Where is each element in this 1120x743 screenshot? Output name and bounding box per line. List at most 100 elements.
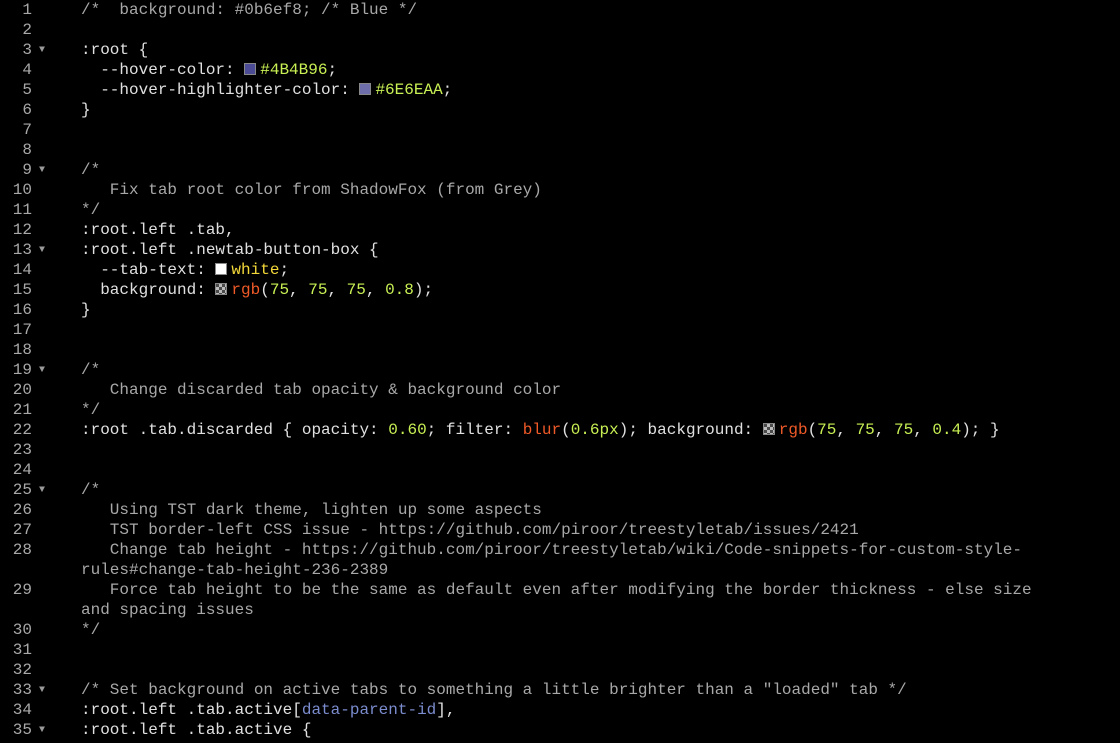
code-text: } — [81, 101, 91, 119]
code-token: 0.4 — [932, 421, 962, 439]
code-line[interactable]: 35 ▼:root.left .tab.active { — [0, 721, 1120, 741]
code-token: ; — [442, 81, 453, 99]
line-number: 8 — [22, 141, 32, 159]
code-text: */ — [81, 401, 100, 419]
code-line[interactable]: 31 — [0, 641, 1120, 661]
line-number: 25 — [12, 481, 32, 499]
line-number: 13 — [12, 241, 32, 259]
line-number: 3 — [22, 41, 32, 59]
code-line[interactable]: 22 :root .tab.discarded { opacity: 0.60; … — [0, 421, 1120, 441]
code-line[interactable]: 20 Change discarded tab opacity & backgr… — [0, 381, 1120, 401]
code-token: ; — [279, 261, 290, 279]
code-line[interactable]: 14 --tab-text: white; — [0, 261, 1120, 281]
code-line[interactable]: 30 */ — [0, 621, 1120, 641]
code-token: :root { — [81, 41, 149, 59]
code-line[interactable]: 34:root.left .tab.active[data-parent-id]… — [0, 701, 1120, 721]
code-token: , — [874, 421, 894, 439]
fold-arrow-icon[interactable]: ▼ — [39, 241, 48, 261]
code-token: , — [836, 421, 856, 439]
code-token: /* background: #0b6ef8; /* Blue */ — [81, 1, 418, 19]
code-line[interactable]: 24 — [0, 461, 1120, 481]
fold-arrow-icon[interactable]: ▼ — [39, 481, 48, 501]
code-line[interactable]: 11 */ — [0, 201, 1120, 221]
color-swatch-icon[interactable] — [359, 83, 372, 95]
code-token: Fix tab root color from ShadowFox (from … — [81, 181, 542, 199]
code-line[interactable]: 10 Fix tab root color from ShadowFox (fr… — [0, 181, 1120, 201]
color-swatch-icon[interactable] — [215, 263, 228, 275]
code-line[interactable]: and spacing issues — [0, 601, 1120, 621]
color-swatch-icon[interactable] — [215, 283, 228, 295]
code-text: :root { — [81, 41, 148, 59]
code-line[interactable]: 6} — [0, 101, 1120, 121]
code-token: TST border-left CSS issue - https://gith… — [81, 521, 859, 539]
code-line[interactable]: 3 ▼ :root { — [0, 41, 1120, 61]
code-line[interactable]: rules#change-tab-height-236-2389 — [0, 561, 1120, 581]
fold-arrow-icon[interactable]: ▼ — [39, 161, 48, 181]
code-token: :root.left .newtab-button-box { — [81, 241, 379, 259]
code-line[interactable]: 2 — [0, 21, 1120, 41]
code-token: , — [365, 281, 386, 299]
code-line[interactable]: 18 — [0, 341, 1120, 361]
line-number: 26 — [12, 501, 32, 519]
code-token: rgb — [778, 421, 808, 439]
code-text: :root.left .newtab-button-box { — [81, 241, 379, 259]
code-line[interactable]: 5 --hover-highlighter-color: #6E6EAA; — [0, 81, 1120, 101]
code-token: } — [81, 301, 91, 319]
line-number: 19 — [12, 361, 32, 379]
code-line[interactable]: 13 ▼ :root.left .newtab-button-box { — [0, 241, 1120, 261]
code-text: /* — [81, 161, 100, 179]
code-text: rules#change-tab-height-236-2389 — [81, 561, 388, 579]
code-token: ], — [436, 701, 456, 719]
code-line[interactable]: 7 — [0, 121, 1120, 141]
fold-arrow-icon[interactable]: ▼ — [39, 721, 48, 741]
code-line[interactable]: 28 Change tab height - https://github.co… — [0, 541, 1120, 561]
line-number: 11 — [12, 201, 32, 219]
code-editor[interactable]: 1 /* background: #0b6ef8; /* Blue */ 2 3 ▼ :r… — [0, 0, 1120, 743]
line-number: 29 — [12, 581, 32, 599]
fold-arrow-icon[interactable]: ▼ — [39, 361, 48, 381]
code-text: } — [81, 301, 91, 319]
code-line[interactable]: 25 ▼ /* — [0, 481, 1120, 501]
line-number: 1 — [22, 1, 32, 19]
line-number: 22 — [12, 421, 32, 439]
code-token: ; — [426, 421, 446, 439]
code-line[interactable]: 23 — [0, 441, 1120, 461]
code-line[interactable]: 29 Force tab height to be the same as de… — [0, 581, 1120, 601]
code-token: :root.left .tab.active { — [81, 721, 312, 739]
code-token: background: — [647, 421, 763, 439]
code-text: background: rgb(75, 75, 75, 0.8); — [81, 281, 433, 299]
line-number: 5 — [22, 81, 32, 99]
line-number: 21 — [12, 401, 32, 419]
code-line[interactable]: 1 /* background: #0b6ef8; /* Blue */ — [0, 1, 1120, 21]
fold-arrow-icon[interactable]: ▼ — [39, 41, 48, 61]
line-number: 14 — [12, 261, 32, 279]
code-line[interactable]: 27 TST border-left CSS issue - https://g… — [0, 521, 1120, 541]
line-number: 10 — [12, 181, 32, 199]
code-line[interactable]: 19 ▼ /* — [0, 361, 1120, 381]
code-token: ); } — [961, 421, 1000, 439]
code-text: :root .tab.discarded { opacity: 0.60; fi… — [81, 421, 1000, 439]
fold-arrow-icon[interactable]: ▼ — [39, 681, 48, 701]
code-text: --tab-text: white; — [81, 261, 289, 279]
color-swatch-icon[interactable] — [244, 63, 257, 75]
code-line[interactable]: 33 ▼ /* Set background on active tabs to s… — [0, 681, 1120, 701]
code-token: --hover-highlighter-color: — [81, 81, 360, 99]
code-line[interactable]: 4 --hover-color: #4B4B96; — [0, 61, 1120, 81]
code-token: 75 — [346, 281, 366, 299]
code-line[interactable]: 16} — [0, 301, 1120, 321]
code-line[interactable]: 26 Using TST dark theme, lighten up some… — [0, 501, 1120, 521]
code-token: /* Set background on active tabs to some… — [81, 681, 907, 699]
line-number: 32 — [12, 661, 32, 679]
code-line[interactable]: 8 — [0, 141, 1120, 161]
code-token: ); — [413, 281, 434, 299]
code-line[interactable]: 9 ▼ /* — [0, 161, 1120, 181]
code-line[interactable]: 17 — [0, 321, 1120, 341]
code-line[interactable]: 32 — [0, 661, 1120, 681]
code-line[interactable]: 21 */ — [0, 401, 1120, 421]
code-token: 75 — [855, 421, 875, 439]
code-line[interactable]: 15 background: rgb(75, 75, 75, 0.8); — [0, 281, 1120, 301]
code-token: */ — [81, 201, 101, 219]
line-number: 18 — [12, 341, 32, 359]
color-swatch-icon[interactable] — [762, 423, 775, 435]
code-line[interactable]: 12:root.left .tab, — [0, 221, 1120, 241]
